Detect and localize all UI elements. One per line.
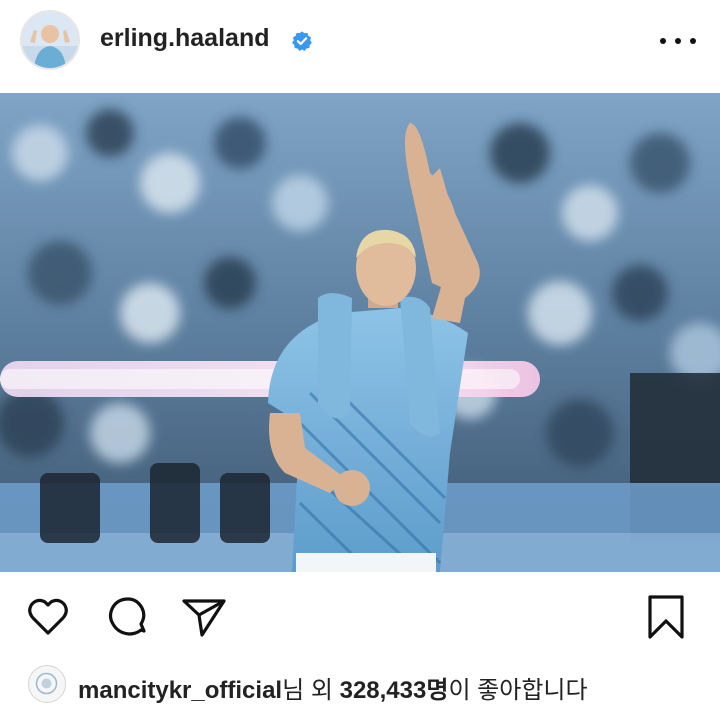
likes-text: mancitykr_official님 외 328,433명이 좋아합니다	[78, 670, 588, 705]
dot	[675, 38, 681, 44]
post-actions	[0, 585, 720, 645]
dot	[690, 38, 696, 44]
post-header: erling.haaland	[0, 0, 720, 84]
like-count[interactable]: 328,433명	[340, 677, 449, 704]
profile-avatar[interactable]	[20, 10, 80, 70]
post-image[interactable]	[0, 93, 720, 572]
liker-suffix: 님 외	[282, 677, 340, 704]
liker-username[interactable]: mancitykr_official	[78, 677, 282, 704]
send-icon[interactable]	[180, 593, 228, 641]
more-options-icon[interactable]	[660, 30, 696, 52]
liker-avatar[interactable]	[28, 665, 66, 703]
heart-icon[interactable]	[24, 593, 72, 641]
likes-summary: mancitykr_official님 외 328,433명이 좋아합니다	[0, 660, 720, 710]
instagram-post: erling.haaland mancitykr_official님 외 328…	[0, 0, 720, 720]
bookmark-icon[interactable]	[642, 593, 690, 641]
username[interactable]: erling.haaland	[100, 24, 269, 53]
likes-tail: 이 좋아합니다	[448, 677, 588, 704]
verified-badge-icon	[292, 31, 312, 51]
dot	[660, 38, 666, 44]
comment-icon[interactable]	[104, 593, 152, 641]
